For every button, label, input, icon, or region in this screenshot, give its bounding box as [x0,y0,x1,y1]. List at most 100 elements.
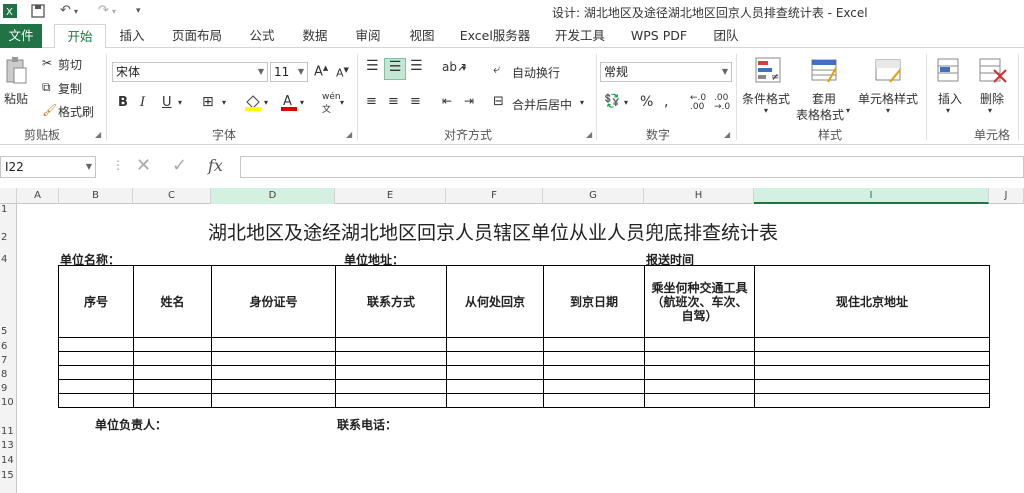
table-cell[interactable] [543,365,645,380]
conditional-format-button[interactable]: 条件格式 [742,90,790,107]
table-cell[interactable] [211,351,336,366]
select-all-corner[interactable] [0,188,17,204]
row-header[interactable]: 7 [0,355,17,366]
header-cell[interactable]: 乘坐何种交通工具（航班次、车次、自驾） [644,265,755,338]
table-cell[interactable] [335,393,447,408]
worksheet-grid[interactable]: A B C D E F G H I J 1 2 4 5 6 7 8 9 10 1… [0,188,1024,493]
column-header-i[interactable]: I [754,188,989,204]
table-cell[interactable] [644,393,755,408]
tab-view[interactable]: 视图 [402,24,442,48]
format-painter-button[interactable]: 格式刷 [58,103,94,120]
row-header[interactable]: 9 [0,383,17,394]
increase-font-icon[interactable]: A▲ [314,64,328,79]
number-format-combo[interactable]: 常规 ▼ [600,62,732,82]
chevron-down-icon[interactable]: ▾ [624,98,628,107]
row-header[interactable]: 4 [0,254,17,265]
wrap-text-button[interactable]: 自动换行 [512,64,560,81]
redo-icon[interactable]: ↷ [98,3,109,18]
border-icon[interactable]: ⊞ [202,94,214,110]
phonetic-icon[interactable]: wén 文 [322,92,341,115]
column-header-h[interactable]: H [644,188,754,204]
merge-center-icon[interactable]: ⊟ [493,94,504,109]
delete-cells-button[interactable]: 删除 [980,90,1004,107]
column-header-a[interactable]: A [17,188,59,204]
table-cell[interactable] [335,337,447,352]
header-cell[interactable]: 到京日期 [543,265,645,338]
align-right-icon[interactable]: ≡ [410,94,421,109]
paste-icon[interactable] [4,56,28,86]
cell-styles-icon[interactable] [874,56,904,86]
row-header[interactable]: 2 [0,232,17,243]
comma-style-icon[interactable]: , [664,94,668,110]
tab-team[interactable]: 团队 [706,24,746,48]
table-cell[interactable] [133,337,212,352]
cut-button[interactable]: 剪切 [58,56,82,73]
column-header-e[interactable]: E [335,188,446,204]
cut-icon[interactable]: ✂ [42,56,52,70]
number-launcher-icon[interactable]: ◢ [724,130,730,139]
percent-button[interactable]: % [640,94,653,110]
chevron-down-icon[interactable]: ▾ [580,98,584,107]
tab-page-layout[interactable]: 页面布局 [166,24,228,48]
tab-file[interactable]: 文件 [0,24,42,48]
format-as-table-line2[interactable]: 表格格式 [796,106,844,123]
table-cell[interactable] [543,337,645,352]
decrease-decimal-icon[interactable]: .00 →.0 [714,94,730,112]
chevron-down-icon[interactable]: ▾ [264,98,268,107]
table-cell[interactable] [446,379,544,394]
font-color-icon[interactable]: A [280,92,298,115]
clipboard-launcher-icon[interactable]: ◢ [95,130,101,139]
delete-cells-icon[interactable] [978,56,1008,86]
align-left-icon[interactable]: ≡ [366,94,377,109]
name-box[interactable]: I22 ▼ [0,156,96,178]
row-header[interactable]: 13 [0,440,17,451]
table-cell[interactable] [543,379,645,394]
tab-data[interactable]: 数据 [295,24,335,48]
align-center-icon[interactable]: ≡ [388,94,399,109]
chevron-down-icon[interactable]: ▾ [764,106,768,115]
table-cell[interactable] [754,365,990,380]
tab-excel-server[interactable]: Excel服务器 [456,24,534,48]
table-cell[interactable] [335,379,447,394]
table-cell[interactable] [58,393,134,408]
chevron-down-icon[interactable]: ▾ [988,106,992,115]
header-cell[interactable]: 从何处回京 [446,265,544,338]
paste-button[interactable]: 粘贴 [4,90,28,107]
formula-input[interactable] [240,156,1024,178]
contact-phone-label[interactable]: 联系电话： [337,416,397,433]
header-cell[interactable]: 身份证号 [211,265,336,338]
table-cell[interactable] [754,337,990,352]
header-cell[interactable]: 序号 [58,265,134,338]
table-cell[interactable] [754,351,990,366]
currency-icon[interactable]: 💱 [604,94,620,109]
wrap-text-icon[interactable]: ⤶ [493,62,500,77]
chevron-down-icon[interactable]: ▾ [178,98,182,107]
chevron-down-icon[interactable]: ▾ [886,106,890,115]
font-name-combo[interactable]: 宋体 ▼ [112,62,268,82]
table-cell[interactable] [133,351,212,366]
row-header[interactable]: 5 [0,326,17,337]
tab-insert[interactable]: 插入 [112,24,152,48]
chevron-down-icon[interactable]: ▾ [222,98,226,107]
fill-color-icon[interactable] [244,93,262,114]
chevron-down-icon[interactable]: ▾ [300,98,304,107]
merge-center-button[interactable]: 合并后居中 [512,96,572,113]
undo-icon[interactable]: ↶ [60,3,71,18]
table-cell[interactable] [58,379,134,394]
insert-cells-button[interactable]: 插入 [938,90,962,107]
tab-review[interactable]: 审阅 [348,24,388,48]
row-header[interactable]: 15 [0,470,17,481]
customize-toolbar-icon[interactable]: ▾ [136,6,141,16]
chevron-down-icon[interactable]: ▾ [462,64,466,73]
align-top-icon[interactable]: ☰ [366,58,379,74]
header-cell[interactable]: 姓名 [133,265,212,338]
table-cell[interactable] [133,379,212,394]
tab-wps-pdf[interactable]: WPS PDF [626,24,692,48]
format-painter-icon[interactable]: 🖌 [42,103,57,117]
table-cell[interactable] [644,365,755,380]
column-header-j[interactable]: J [989,188,1024,204]
copy-icon[interactable]: ⧉ [42,80,51,95]
copy-button[interactable]: 复制 [58,80,82,97]
tab-developer[interactable]: 开发工具 [548,24,612,48]
table-cell[interactable] [58,365,134,380]
